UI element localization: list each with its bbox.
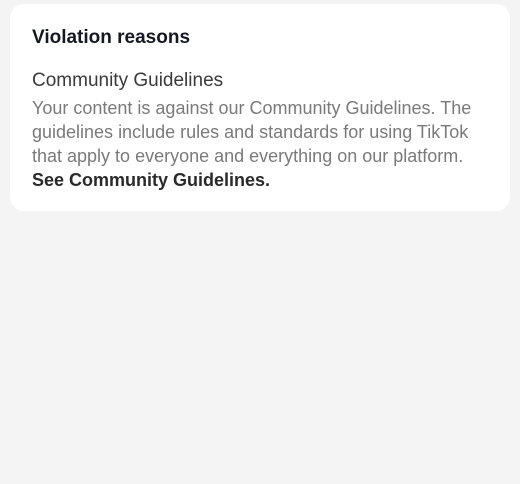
reason-body-text: Your content is against our Community Gu…	[32, 98, 472, 166]
card-title: Violation reasons	[32, 27, 191, 48]
see-community-guidelines-link[interactable]: See Community Guidelines.	[32, 170, 270, 190]
violation-reasons-card: Violation reasons Community Guidelines Y…	[10, 4, 510, 211]
reason-title: Community Guidelines	[32, 70, 224, 91]
reason-description: Your content is against our Community Gu…	[32, 96, 492, 192]
